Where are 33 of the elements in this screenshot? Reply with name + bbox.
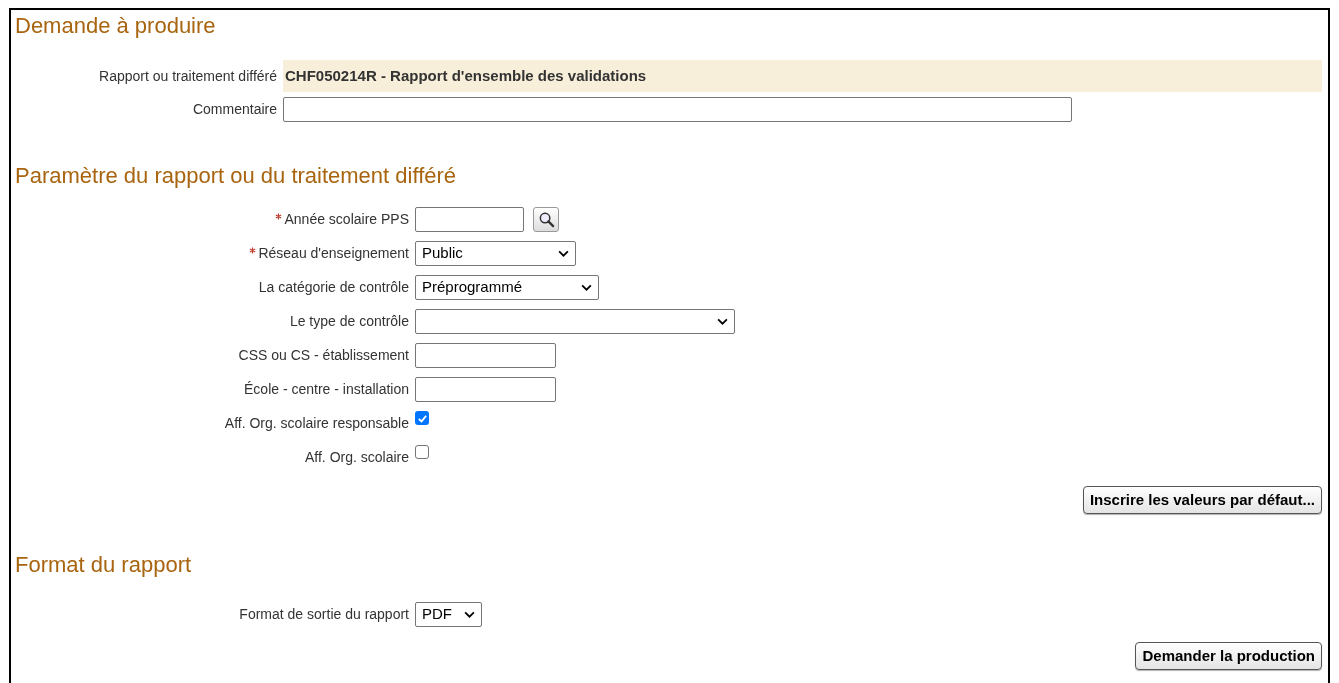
checkbox[interactable]	[415, 411, 429, 425]
input-field[interactable]	[283, 96, 1072, 122]
chevron-icon	[717, 317, 728, 325]
field-label: École - centre - installation	[244, 379, 409, 399]
action-button[interactable]: Demander la production	[1135, 642, 1322, 670]
field-label: Commentaire	[192, 99, 277, 119]
field-label: Le type de contrôle	[289, 311, 409, 331]
search-button[interactable]	[533, 206, 559, 232]
checkbox[interactable]	[415, 445, 429, 459]
field-label: Année scolaire PPS	[284, 209, 409, 229]
field-label: La catégorie de contrôle	[258, 277, 409, 297]
action-button[interactable]: Inscrire les valeurs par défaut...	[1082, 486, 1322, 514]
field-label: Aff. Org. scolaire	[305, 447, 409, 467]
input-field[interactable]	[415, 376, 556, 402]
field-label: CSS ou CS - établissement	[238, 345, 409, 365]
section-title: Paramètre du rapport ou du traitement différé	[15, 162, 458, 190]
chevron-icon	[558, 249, 569, 257]
field-label: Réseau d'enseignement	[258, 243, 409, 263]
readonly-value: CHF050214R - Rapport d'ensemble des validations	[283, 60, 1322, 92]
field-label: Rapport ou traitement différé	[99, 66, 277, 86]
section-title: Demande à produire	[15, 12, 217, 40]
dropdown[interactable]: Public	[415, 240, 576, 266]
field-label: Format de sortie du rapport	[239, 604, 409, 624]
chevron-icon	[464, 610, 475, 618]
dropdown[interactable]	[415, 308, 735, 334]
dropdown[interactable]: PDF	[415, 601, 482, 627]
field-label: Aff. Org. scolaire responsable	[224, 413, 409, 433]
search-icon	[537, 210, 555, 228]
input-field[interactable]	[415, 342, 556, 368]
section-title: Format du rapport	[15, 551, 193, 579]
chevron-icon	[581, 283, 592, 291]
input-field[interactable]	[415, 206, 524, 232]
dropdown[interactable]: Préprogrammé	[415, 274, 599, 300]
